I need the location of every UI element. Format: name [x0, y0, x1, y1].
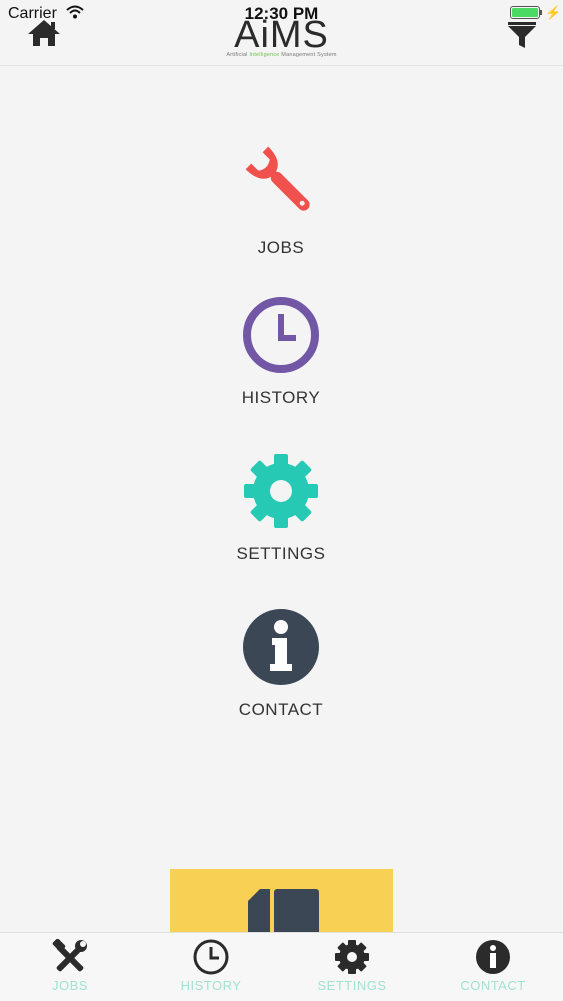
clock-icon — [193, 939, 229, 975]
info-icon — [243, 609, 319, 685]
tab-settings[interactable]: SETTINGS — [282, 933, 422, 1001]
menu-label-settings: SETTINGS — [236, 544, 326, 563]
menu-item-jobs[interactable]: JOBS — [181, 140, 381, 258]
battery-icon — [510, 6, 540, 19]
logo-subtitle: Artificial Intelligence Management Syste… — [226, 52, 337, 58]
menu-item-settings[interactable]: SETTINGS — [181, 452, 381, 564]
battery-tip — [540, 10, 542, 15]
status-time: 12:30 PM — [244, 4, 319, 23]
menu-item-contact[interactable]: CONTACT — [181, 608, 381, 720]
charging-icon: ⚡ — [545, 5, 562, 20]
tab-label-history: HISTORY — [180, 978, 242, 993]
wrench-icon — [245, 146, 310, 211]
filter-button[interactable] — [506, 20, 538, 50]
tab-bar: JOBS HISTORY SETTINGS CONTACT — [0, 932, 563, 1001]
gear-icon — [244, 454, 318, 528]
truck-card[interactable] — [170, 869, 393, 939]
menu-item-history[interactable]: HISTORY — [181, 296, 381, 408]
menu-label-history: HISTORY — [241, 388, 321, 407]
tab-label-settings: SETTINGS — [317, 978, 387, 993]
gear-icon — [335, 940, 369, 974]
status-bar: Carrier 12:30 PM ⚡ — [0, 0, 563, 24]
menu-label-jobs: JOBS — [257, 238, 305, 257]
tab-label-contact: CONTACT — [460, 978, 526, 993]
truck-icon — [248, 889, 319, 939]
tab-label-jobs: JOBS — [52, 978, 88, 993]
filter-icon — [508, 22, 536, 48]
tab-jobs[interactable]: JOBS — [0, 933, 140, 1001]
tab-history[interactable]: HISTORY — [141, 933, 281, 1001]
clock-icon — [243, 297, 319, 373]
menu-label-contact: CONTACT — [238, 700, 324, 719]
info-icon — [476, 940, 510, 974]
tab-contact[interactable]: CONTACT — [423, 933, 563, 1001]
tools-icon — [52, 939, 87, 972]
